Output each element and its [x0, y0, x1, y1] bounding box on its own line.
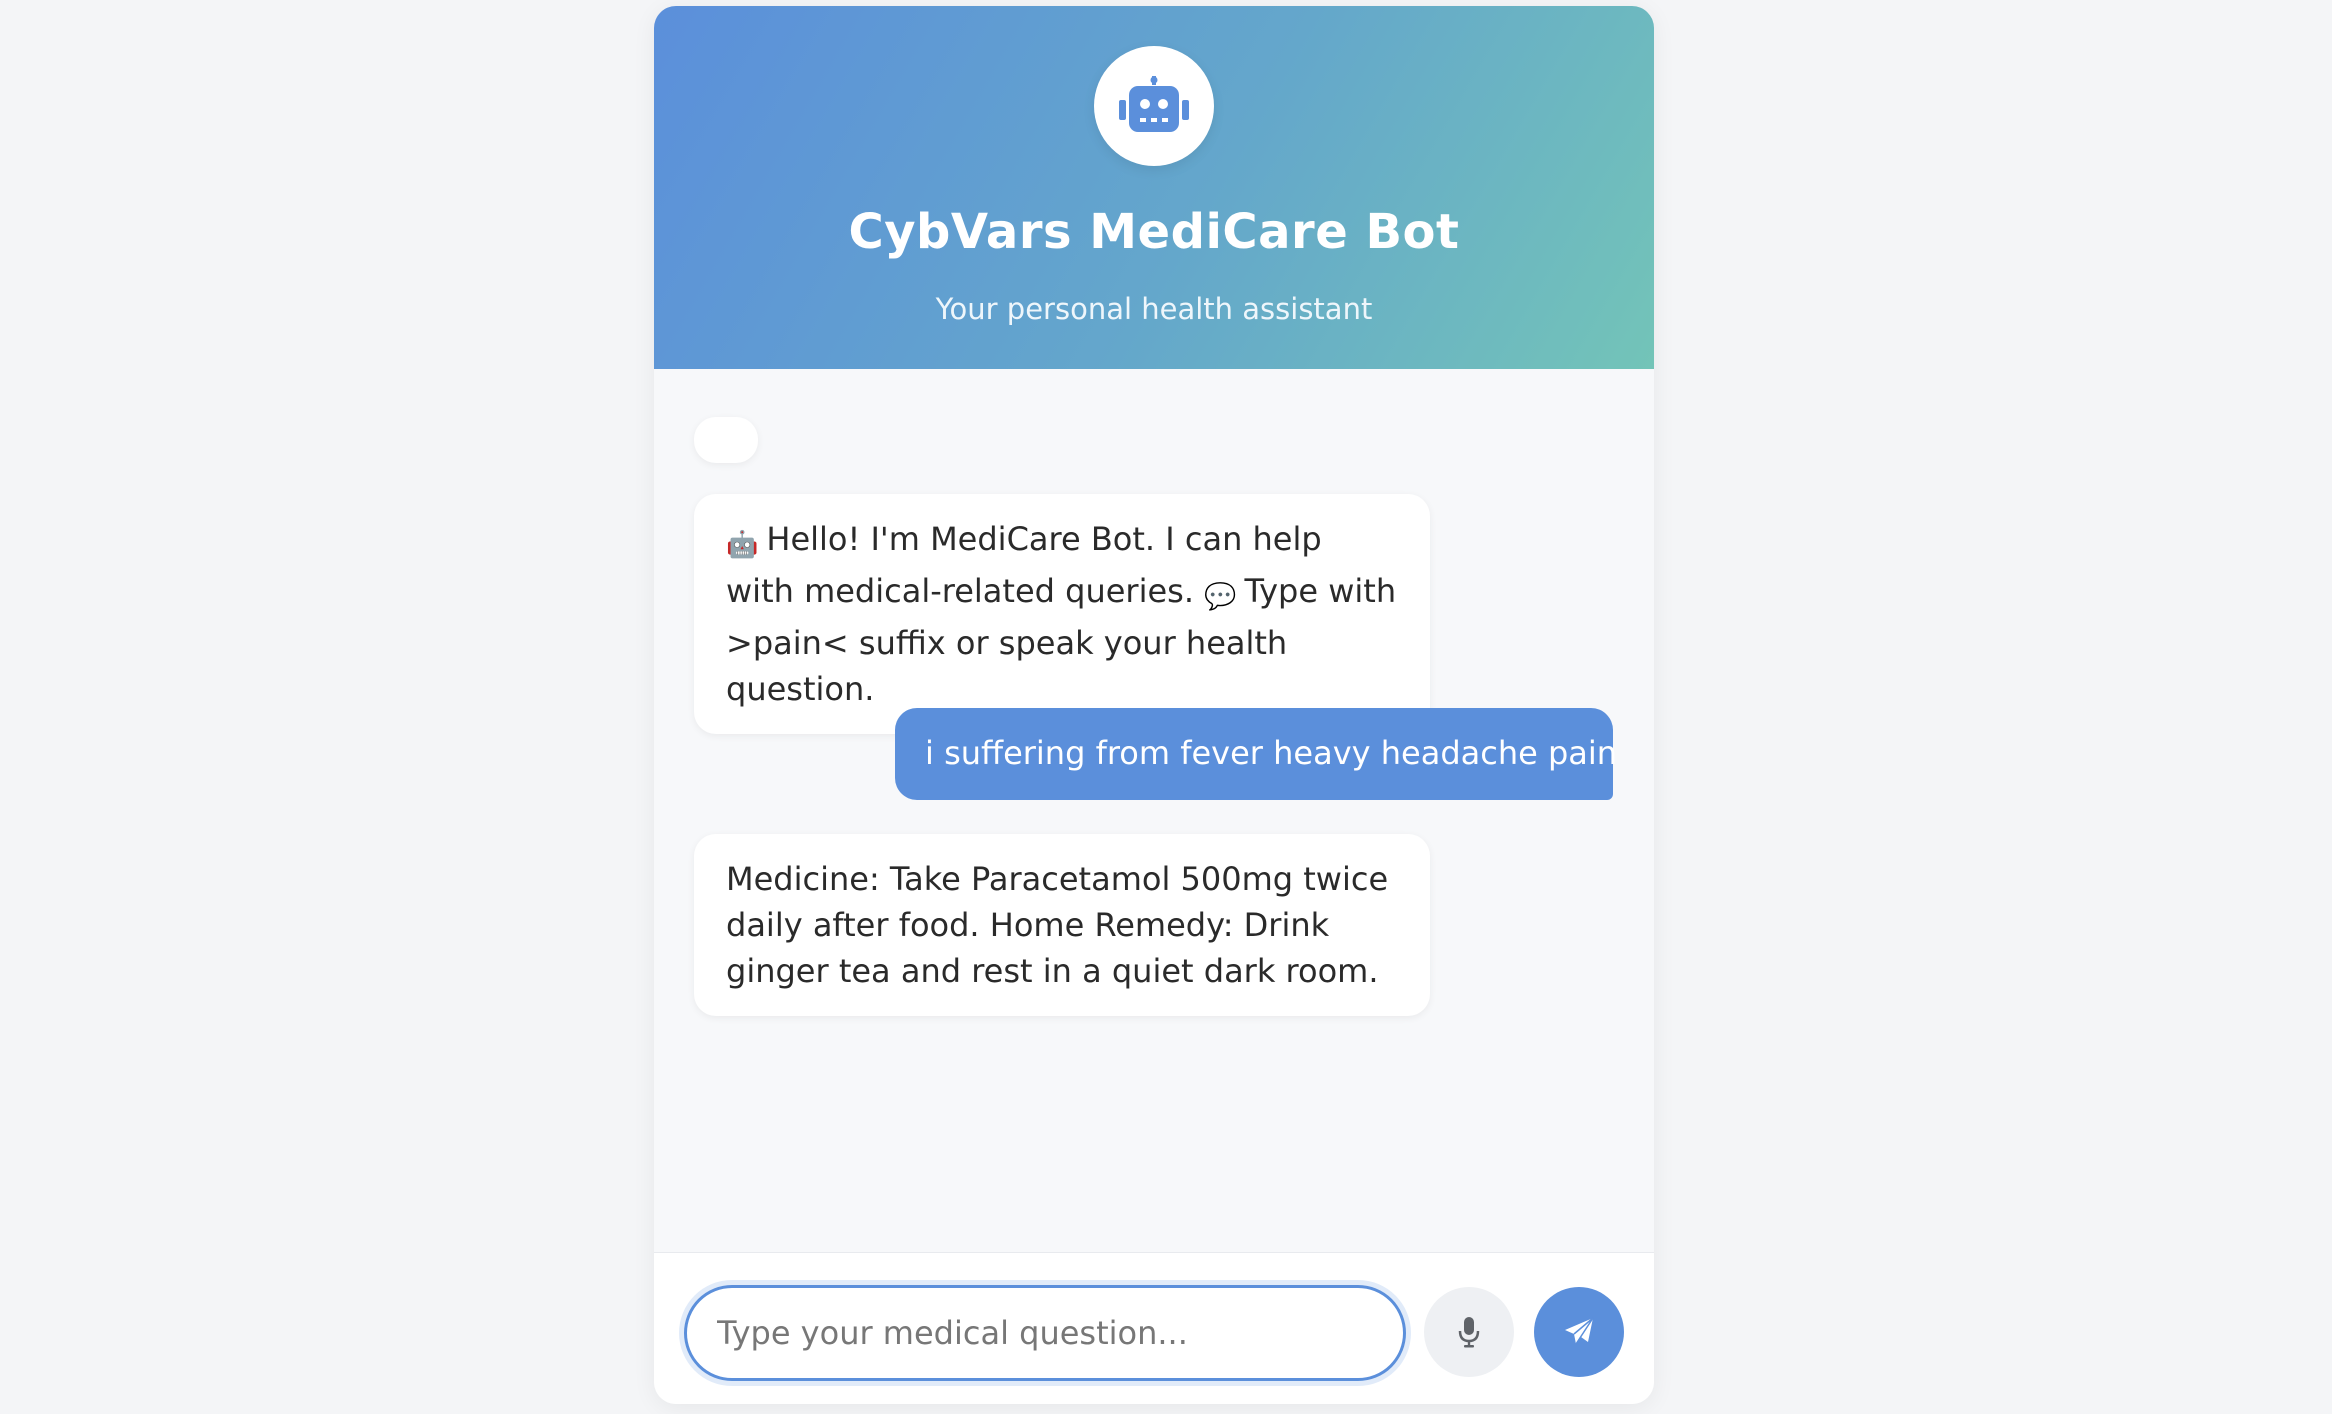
- user-message: i suffering from fever heavy headache pa…: [895, 708, 1617, 800]
- bot-reply-message: Medicine: Take Paracetamol 500mg twice d…: [694, 834, 1430, 1016]
- bot-avatar: [1094, 46, 1214, 166]
- paper-plane-icon: [1565, 1317, 1594, 1345]
- speech-bubble-emoji-icon: 💬: [1204, 582, 1237, 612]
- empty-bot-message: [694, 417, 758, 463]
- app-subtitle: Your personal health assistant: [935, 292, 1373, 326]
- chat-header: CybVars MediCare Bot Your personal healt…: [654, 6, 1654, 369]
- chat-window: CybVars MediCare Bot Your personal healt…: [654, 6, 1654, 1404]
- app-title: CybVars MediCare Bot: [848, 204, 1460, 260]
- microphone-icon: [1458, 1317, 1480, 1348]
- send-button[interactable]: [1534, 1287, 1624, 1377]
- composer: [654, 1252, 1654, 1404]
- voice-input-button[interactable]: [1424, 1287, 1514, 1377]
- message-list[interactable]: 🤖 Hello! I'm MediCare Bot. I can help wit…: [654, 369, 1654, 1252]
- message-input[interactable]: [684, 1285, 1406, 1381]
- robot-icon: [1119, 76, 1189, 132]
- bot-greeting-message: 🤖 Hello! I'm MediCare Bot. I can help wit…: [694, 494, 1430, 734]
- robot-emoji-icon: 🤖: [726, 530, 759, 560]
